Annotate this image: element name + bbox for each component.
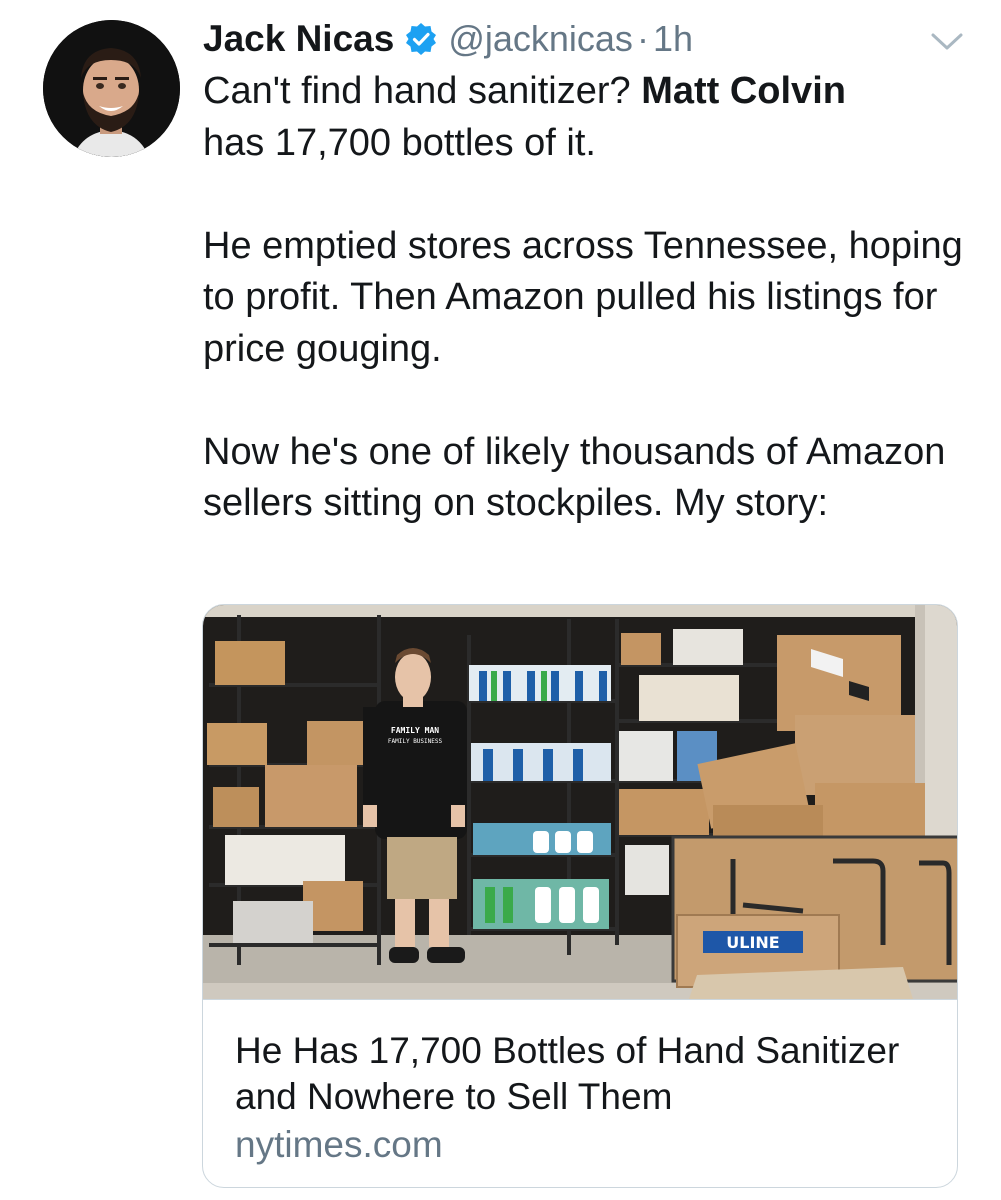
author-name[interactable]: Jack Nicas <box>203 18 394 60</box>
shirt-text: FAMILY MAN <box>391 726 439 735</box>
uline-label: ULINE <box>726 933 779 952</box>
tweet-text-part1: Can't find hand sanitizer? <box>203 70 642 112</box>
avatar-photo <box>43 20 180 157</box>
shirt-subtext: FAMILY BUSINESS <box>388 738 443 745</box>
tweet-header: Jack Nicas @jacknicas · 1h <box>203 14 693 64</box>
tweet-text: Can't find hand sanitizer? Matt Colvin h… <box>203 66 973 530</box>
verified-badge-icon <box>404 22 438 56</box>
separator-dot: · <box>636 18 649 59</box>
card-body: He Has 17,700 Bottles of Hand Sanitizer … <box>203 999 957 1187</box>
mentioned-name: Matt Colvin <box>641 70 846 112</box>
card-title[interactable]: He Has 17,700 Bottles of Hand Sanitizer … <box>235 1028 929 1120</box>
tweet-text-part2: has 17,700 bottles of it. He emptied sto… <box>203 121 963 525</box>
chevron-down-icon[interactable] <box>929 26 965 56</box>
card-image: FAMILY MAN FAMILY BUSINESS ULINE <box>203 605 957 999</box>
card-photo: FAMILY MAN FAMILY BUSINESS ULINE <box>203 605 957 999</box>
author-handle[interactable]: @jacknicas <box>448 18 633 60</box>
link-card[interactable]: FAMILY MAN FAMILY BUSINESS ULINE He Has … <box>202 604 958 1188</box>
card-domain: nytimes.com <box>235 1124 443 1165</box>
tweet-timestamp[interactable]: 1h <box>653 18 693 60</box>
avatar[interactable] <box>43 20 180 157</box>
